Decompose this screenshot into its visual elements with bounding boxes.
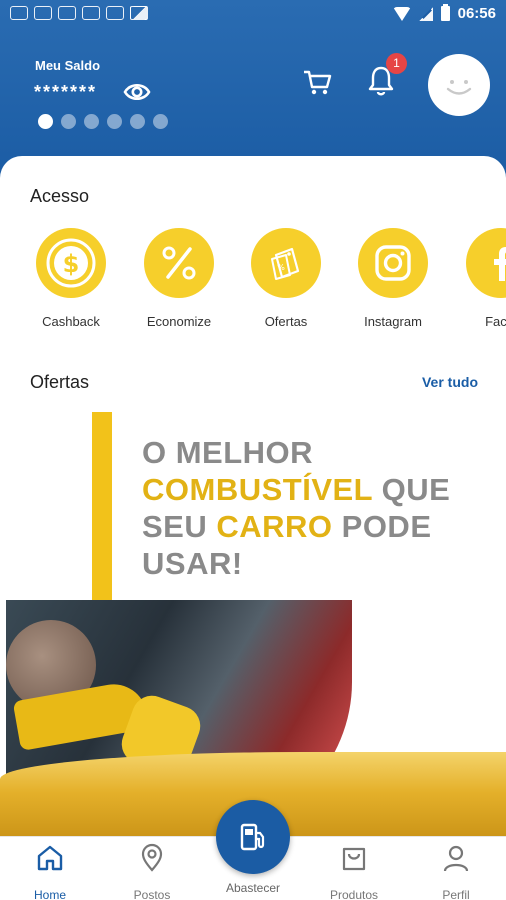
headline-highlight: COMBUSTÍVEL bbox=[142, 472, 373, 507]
nav-label: Produtos bbox=[329, 888, 379, 900]
section-title-ofertas: Ofertas bbox=[30, 372, 90, 392]
headline-line: USAR! bbox=[142, 546, 243, 581]
person-icon bbox=[443, 845, 469, 872]
notification-icon bbox=[10, 6, 28, 20]
headline-text: SEU bbox=[142, 509, 217, 544]
quick-access-label: Ofertas bbox=[264, 314, 308, 329]
balance-value: ******* bbox=[34, 82, 98, 102]
cart-icon[interactable] bbox=[301, 66, 333, 98]
headline-highlight: CARRO bbox=[216, 509, 333, 544]
percent-icon bbox=[162, 246, 196, 280]
notification-badge: 1 bbox=[386, 53, 407, 74]
headline-text: QUE bbox=[372, 472, 451, 507]
main-content: Acesso $ Cashback Economize % Ofertas In… bbox=[0, 156, 506, 836]
quick-access-circle bbox=[358, 228, 428, 298]
carousel-dot[interactable] bbox=[38, 114, 53, 129]
quick-access-economize[interactable]: Economize bbox=[124, 228, 234, 329]
section-title-acesso: Acesso bbox=[30, 186, 90, 206]
headline-line: COMBUSTÍVEL QUE bbox=[142, 471, 450, 508]
image-icon bbox=[130, 6, 148, 20]
instagram-icon bbox=[375, 245, 411, 281]
balance-label: Meu Saldo bbox=[35, 58, 101, 73]
quick-access-circle: $ bbox=[36, 228, 106, 298]
notification-icon bbox=[34, 6, 52, 20]
quick-access-circle bbox=[466, 228, 506, 298]
battery-icon bbox=[440, 4, 450, 21]
nav-home[interactable]: Home bbox=[10, 843, 90, 900]
header: 06:56 Meu Saldo ******* 1 bbox=[0, 0, 506, 180]
notification-icon bbox=[58, 6, 76, 20]
tag-icon: % bbox=[271, 247, 300, 280]
notification-icon bbox=[82, 6, 100, 20]
status-right: 06:56 bbox=[392, 4, 496, 22]
signal-icon bbox=[418, 6, 433, 21]
quick-access-ofertas[interactable]: % Ofertas bbox=[231, 228, 341, 329]
fuel-pump-icon bbox=[240, 823, 265, 851]
banner-headline: O MELHOR COMBUSTÍVEL QUE SEU CARRO PODE … bbox=[142, 434, 450, 582]
notification-icon bbox=[106, 6, 124, 20]
banner-accent-bar bbox=[92, 412, 112, 602]
nav-label: Home bbox=[33, 888, 66, 900]
nav-postos[interactable]: Postos bbox=[112, 843, 192, 900]
quick-access-facebook[interactable]: Facel bbox=[446, 228, 506, 329]
carousel-dot[interactable] bbox=[84, 114, 99, 129]
nav-produtos[interactable]: Produtos bbox=[314, 843, 394, 900]
quick-access-label: Cashback bbox=[42, 314, 100, 329]
nav-perfil[interactable]: Perfil bbox=[416, 843, 496, 900]
eye-icon[interactable] bbox=[123, 80, 151, 104]
offer-banner[interactable]: O MELHOR COMBUSTÍVEL QUE SEU CARRO PODE … bbox=[0, 412, 506, 836]
clock: 06:56 bbox=[457, 5, 496, 22]
carousel-dot[interactable] bbox=[153, 114, 168, 129]
nav-label-abastecer: Abastecer bbox=[225, 881, 281, 895]
quick-access-circle bbox=[144, 228, 214, 298]
home-icon bbox=[37, 845, 63, 871]
avatar[interactable] bbox=[428, 54, 490, 116]
headline-line: SEU CARRO PODE bbox=[142, 508, 450, 545]
abastecer-button[interactable] bbox=[216, 800, 290, 874]
svg-text:%: % bbox=[277, 263, 285, 272]
quick-access-label: Instagram bbox=[364, 314, 422, 329]
nav-label: Perfil bbox=[442, 888, 470, 900]
dollar-coin-icon: $ bbox=[46, 238, 96, 288]
headline-text: PODE bbox=[332, 509, 432, 544]
quick-access-label: Facel bbox=[485, 314, 506, 329]
quick-access-cashback[interactable]: $ Cashback bbox=[16, 228, 126, 329]
facebook-icon bbox=[494, 247, 506, 281]
quick-access-label: Economize bbox=[146, 314, 212, 329]
quick-access-instagram[interactable]: Instagram bbox=[338, 228, 448, 329]
svg-text:$: $ bbox=[63, 250, 80, 278]
status-bar: 06:56 bbox=[0, 0, 506, 30]
status-notifications bbox=[10, 6, 148, 20]
headline-line: O MELHOR bbox=[142, 435, 314, 470]
nav-label: Postos bbox=[133, 888, 171, 900]
location-pin-icon bbox=[141, 843, 163, 872]
view-all-link[interactable]: Ver tudo bbox=[422, 374, 478, 390]
carousel-dot[interactable] bbox=[130, 114, 145, 129]
quick-access-circle: % bbox=[251, 228, 321, 298]
shopping-bag-icon bbox=[342, 847, 366, 871]
wifi-icon bbox=[392, 6, 411, 21]
smiley-icon bbox=[446, 80, 472, 95]
carousel-dot[interactable] bbox=[61, 114, 76, 129]
carousel-dots bbox=[38, 114, 168, 129]
carousel-dot[interactable] bbox=[107, 114, 122, 129]
